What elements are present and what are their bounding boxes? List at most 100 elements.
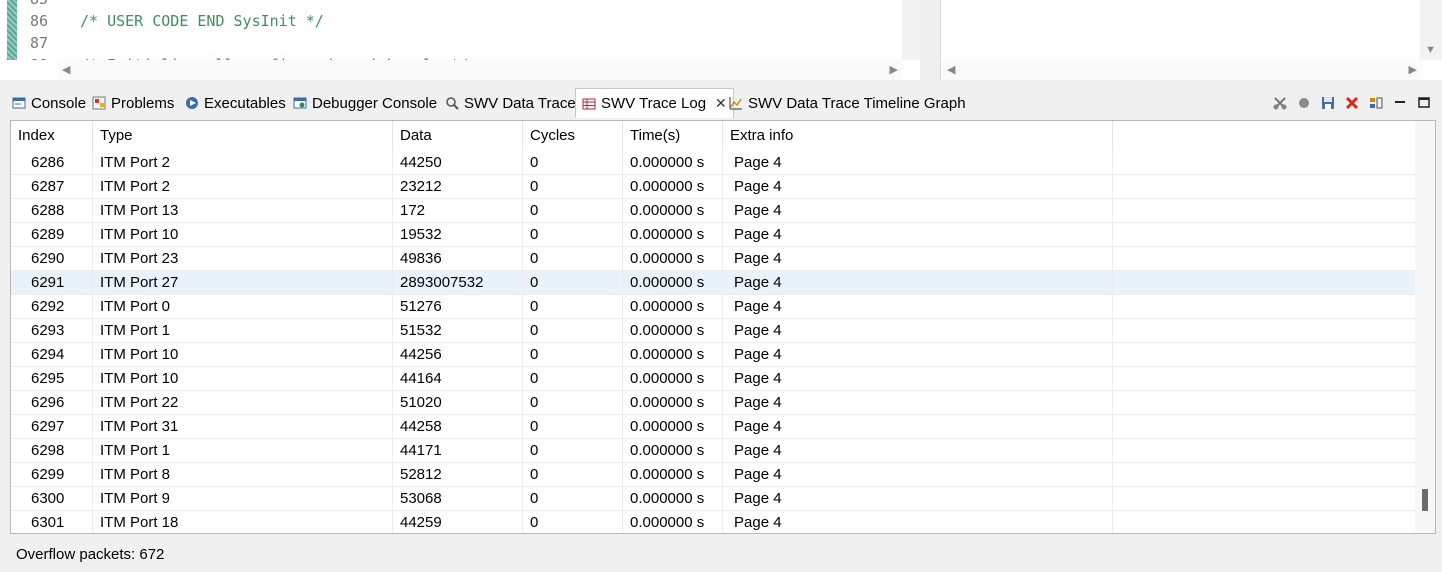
cell-cycles: 0	[523, 175, 623, 199]
view-menu-icon[interactable]	[1368, 95, 1384, 111]
cell-time: 0.000000 s	[623, 511, 723, 533]
code-editor[interactable]: 8586/* USER CODE END SysInit */8788/* In…	[0, 0, 920, 80]
cell-index: 6286	[11, 151, 93, 175]
minimize-icon[interactable]	[1392, 95, 1408, 111]
scrollbar-thumb[interactable]	[1422, 489, 1428, 511]
column-header-extra[interactable]: Extra info	[723, 121, 1113, 151]
cell-extra: Page 4	[723, 223, 1113, 247]
cell-cycles: 0	[523, 223, 623, 247]
tab-label: Executables	[204, 94, 286, 112]
cell-time: 0.000000 s	[623, 199, 723, 223]
cell-index: 6288	[11, 199, 93, 223]
console-icon	[12, 96, 26, 110]
tab-label: Console	[31, 94, 87, 112]
table-icon	[582, 97, 596, 111]
column-header-index[interactable]: Index	[11, 121, 93, 151]
column-header-cycles[interactable]: Cycles	[523, 121, 623, 151]
table-row[interactable]: 6290 ITM Port 23 49836 0 0.000000 s Page 4	[11, 247, 1415, 271]
cell-type: ITM Port 31	[93, 415, 393, 439]
view-toolbar	[1272, 88, 1432, 118]
scroll-right-icon[interactable]: ▶	[890, 60, 898, 80]
editor-vertical-scrollbar[interactable]	[902, 0, 920, 60]
cell-extra: Page 4	[723, 247, 1113, 271]
column-header-data[interactable]: Data	[393, 121, 523, 151]
table-row[interactable]: 6300 ITM Port 9 53068 0 0.000000 s Page 4	[11, 487, 1415, 511]
cell-type: ITM Port 13	[93, 199, 393, 223]
cell-type: ITM Port 27	[93, 271, 393, 295]
cell-cycles: 0	[523, 295, 623, 319]
table-row[interactable]: 6294 ITM Port 10 44256 0 0.000000 s Page 4	[11, 343, 1415, 367]
cell-cycles: 0	[523, 463, 623, 487]
clear-icon[interactable]	[1344, 95, 1360, 111]
cell-cycles: 0	[523, 391, 623, 415]
table-row[interactable]: 6293 ITM Port 1 51532 0 0.000000 s Page 4	[11, 319, 1415, 343]
code-line[interactable]: 85	[20, 0, 80, 10]
scroll-right-icon[interactable]: ▶	[1409, 60, 1417, 80]
code-line[interactable]: 87	[20, 32, 80, 54]
cell-type: ITM Port 18	[93, 511, 393, 533]
table-row[interactable]: 6286 ITM Port 2 44250 0 0.000000 s Page 4	[11, 151, 1415, 175]
search-icon	[445, 96, 459, 110]
table-row[interactable]: 6297 ITM Port 31 44258 0 0.000000 s Page 4	[11, 415, 1415, 439]
cell-index: 6290	[11, 247, 93, 271]
table-row[interactable]: 6291 ITM Port 27 2893007532 0 0.000000 s Page…	[11, 271, 1415, 295]
save-icon[interactable]	[1320, 95, 1336, 111]
cell-time: 0.000000 s	[623, 439, 723, 463]
cell-time: 0.000000 s	[623, 463, 723, 487]
tab-swv-data-trace[interactable]: SWV Data Trace	[439, 88, 582, 118]
tab-label: SWV Data Trace Timeline Graph	[748, 94, 966, 112]
editor-horizontal-scrollbar[interactable]: ◀ ▶	[58, 60, 902, 80]
graph-icon	[729, 96, 743, 110]
tab-problems[interactable]: Problems	[86, 88, 180, 118]
cell-time: 0.000000 s	[623, 487, 723, 511]
table-row[interactable]: 6295 ITM Port 10 44164 0 0.000000 s Page 4	[11, 367, 1415, 391]
cell-index: 6299	[11, 463, 93, 487]
line-number: 86	[29, 12, 48, 30]
table-vertical-scrollbar[interactable]	[1415, 121, 1435, 533]
tab-executables[interactable]: Executables	[179, 88, 292, 118]
maximize-icon[interactable]	[1416, 95, 1432, 111]
column-header-time[interactable]: Time(s)	[623, 121, 723, 151]
configure-trace-icon[interactable]	[1272, 95, 1288, 111]
table-row[interactable]: 6292 ITM Port 0 51276 0 0.000000 s Page 4	[11, 295, 1415, 319]
cell-extra: Page 4	[723, 415, 1113, 439]
cell-time: 0.000000 s	[623, 415, 723, 439]
scroll-left-icon[interactable]: ◀	[62, 60, 70, 80]
cell-time: 0.000000 s	[623, 343, 723, 367]
outline-vertical-scrollbar[interactable]: ▼	[1420, 0, 1442, 60]
table-row[interactable]: 6299 ITM Port 8 52812 0 0.000000 s Page 4	[11, 463, 1415, 487]
table-row[interactable]: 6287 ITM Port 2 23212 0 0.000000 s Page 4	[11, 175, 1415, 199]
cell-data: 44259	[393, 511, 523, 533]
scroll-down-icon[interactable]: ▼	[1425, 40, 1436, 60]
scroll-left-icon[interactable]: ◀	[947, 60, 955, 80]
code-text[interactable]: /* USER CODE END SysInit */	[80, 12, 324, 30]
tab-swv-data-trace-timeline-graph[interactable]: SWV Data Trace Timeline Graph	[723, 88, 972, 118]
editor-lines[interactable]: 8586/* USER CODE END SysInit */8788/* In…	[20, 0, 900, 60]
cell-data: 44164	[393, 367, 523, 391]
cell-extra: Page 4	[723, 439, 1113, 463]
tab-swv-trace-log[interactable]: SWV Trace Log ✕	[575, 88, 734, 118]
cell-index: 6289	[11, 223, 93, 247]
cell-type: ITM Port 10	[93, 223, 393, 247]
cell-extra: Page 4	[723, 511, 1113, 533]
cell-type: ITM Port 0	[93, 295, 393, 319]
outline-pane: ▼ ◀ ▶	[940, 0, 1442, 80]
cell-type: ITM Port 22	[93, 391, 393, 415]
table-row[interactable]: 6296 ITM Port 22 51020 0 0.000000 s Page 4	[11, 391, 1415, 415]
table-row[interactable]: 6288 ITM Port 13 172 0 0.000000 s Page 4	[11, 199, 1415, 223]
cell-data: 2893007532	[393, 271, 523, 295]
table-row[interactable]: 6298 ITM Port 1 44171 0 0.000000 s Page 4	[11, 439, 1415, 463]
tab-debugger-console[interactable]: Debugger Console	[287, 88, 443, 118]
cell-data: 172	[393, 199, 523, 223]
cell-cycles: 0	[523, 415, 623, 439]
code-line[interactable]: 86 /* USER CODE END SysInit */	[20, 10, 324, 32]
table-row[interactable]: 6301 ITM Port 18 44259 0 0.000000 s Page 4	[11, 511, 1415, 533]
table-row[interactable]: 6289 ITM Port 10 19532 0 0.000000 s Page 4	[11, 223, 1415, 247]
cell-cycles: 0	[523, 271, 623, 295]
column-header-type[interactable]: Type	[93, 121, 393, 151]
start-trace-icon[interactable]	[1296, 95, 1312, 111]
cell-type: ITM Port 23	[93, 247, 393, 271]
cell-time: 0.000000 s	[623, 391, 723, 415]
tab-console[interactable]: Console	[6, 88, 92, 118]
outline-horizontal-scrollbar[interactable]: ◀ ▶	[941, 60, 1421, 80]
